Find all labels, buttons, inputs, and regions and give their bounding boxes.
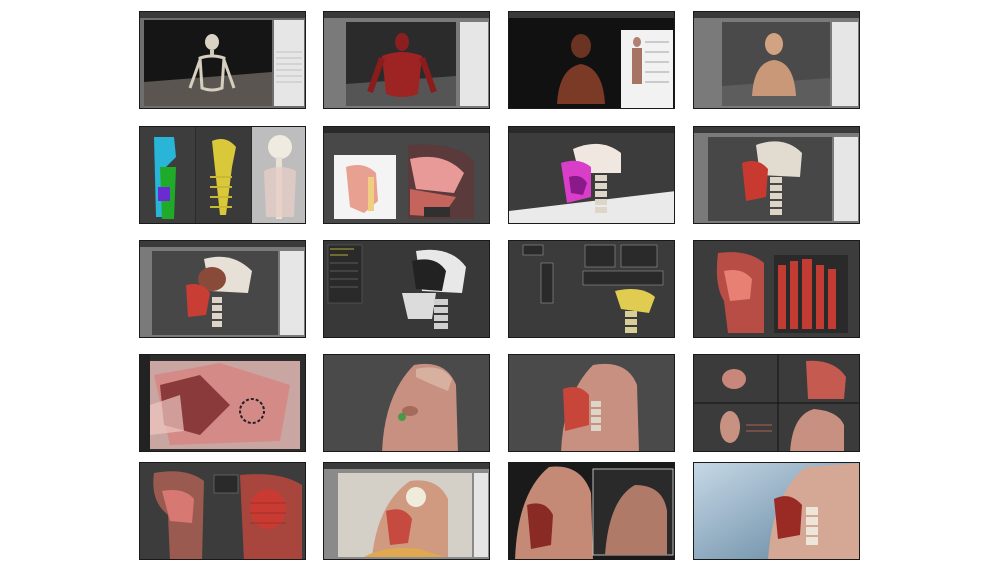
tile-throat-section[interactable] <box>139 462 306 560</box>
tile-multi-view-heads[interactable] <box>693 354 860 452</box>
tile-skull-side[interactable] <box>323 240 490 338</box>
tile-bust-reference[interactable] <box>508 11 675 109</box>
tile-spine-wireframes[interactable] <box>139 126 306 224</box>
image-gallery-grid <box>0 0 1000 563</box>
tile-head-render-window[interactable] <box>323 462 490 560</box>
tile-muscle-torso-viewport[interactable] <box>323 11 490 109</box>
tile-elder-head-section[interactable] <box>508 354 675 452</box>
tile-head-section-colored[interactable] <box>508 126 675 224</box>
tile-skeleton-viewport[interactable] <box>139 11 306 109</box>
skeleton-thumbnail <box>140 12 305 108</box>
tile-skin-bust-viewport[interactable] <box>693 11 860 109</box>
tile-mouth-section-slices[interactable] <box>693 240 860 338</box>
tile-mouth-closeup[interactable] <box>693 462 860 560</box>
tile-spine-rig[interactable] <box>508 240 675 338</box>
tile-elder-head-render[interactable] <box>508 462 675 560</box>
tile-skull-section[interactable] <box>139 240 306 338</box>
tile-head-section-reference[interactable] <box>323 126 490 224</box>
tile-texture-painting[interactable] <box>139 354 306 452</box>
tile-elder-head[interactable] <box>323 354 490 452</box>
tile-head-section-render[interactable] <box>693 126 860 224</box>
